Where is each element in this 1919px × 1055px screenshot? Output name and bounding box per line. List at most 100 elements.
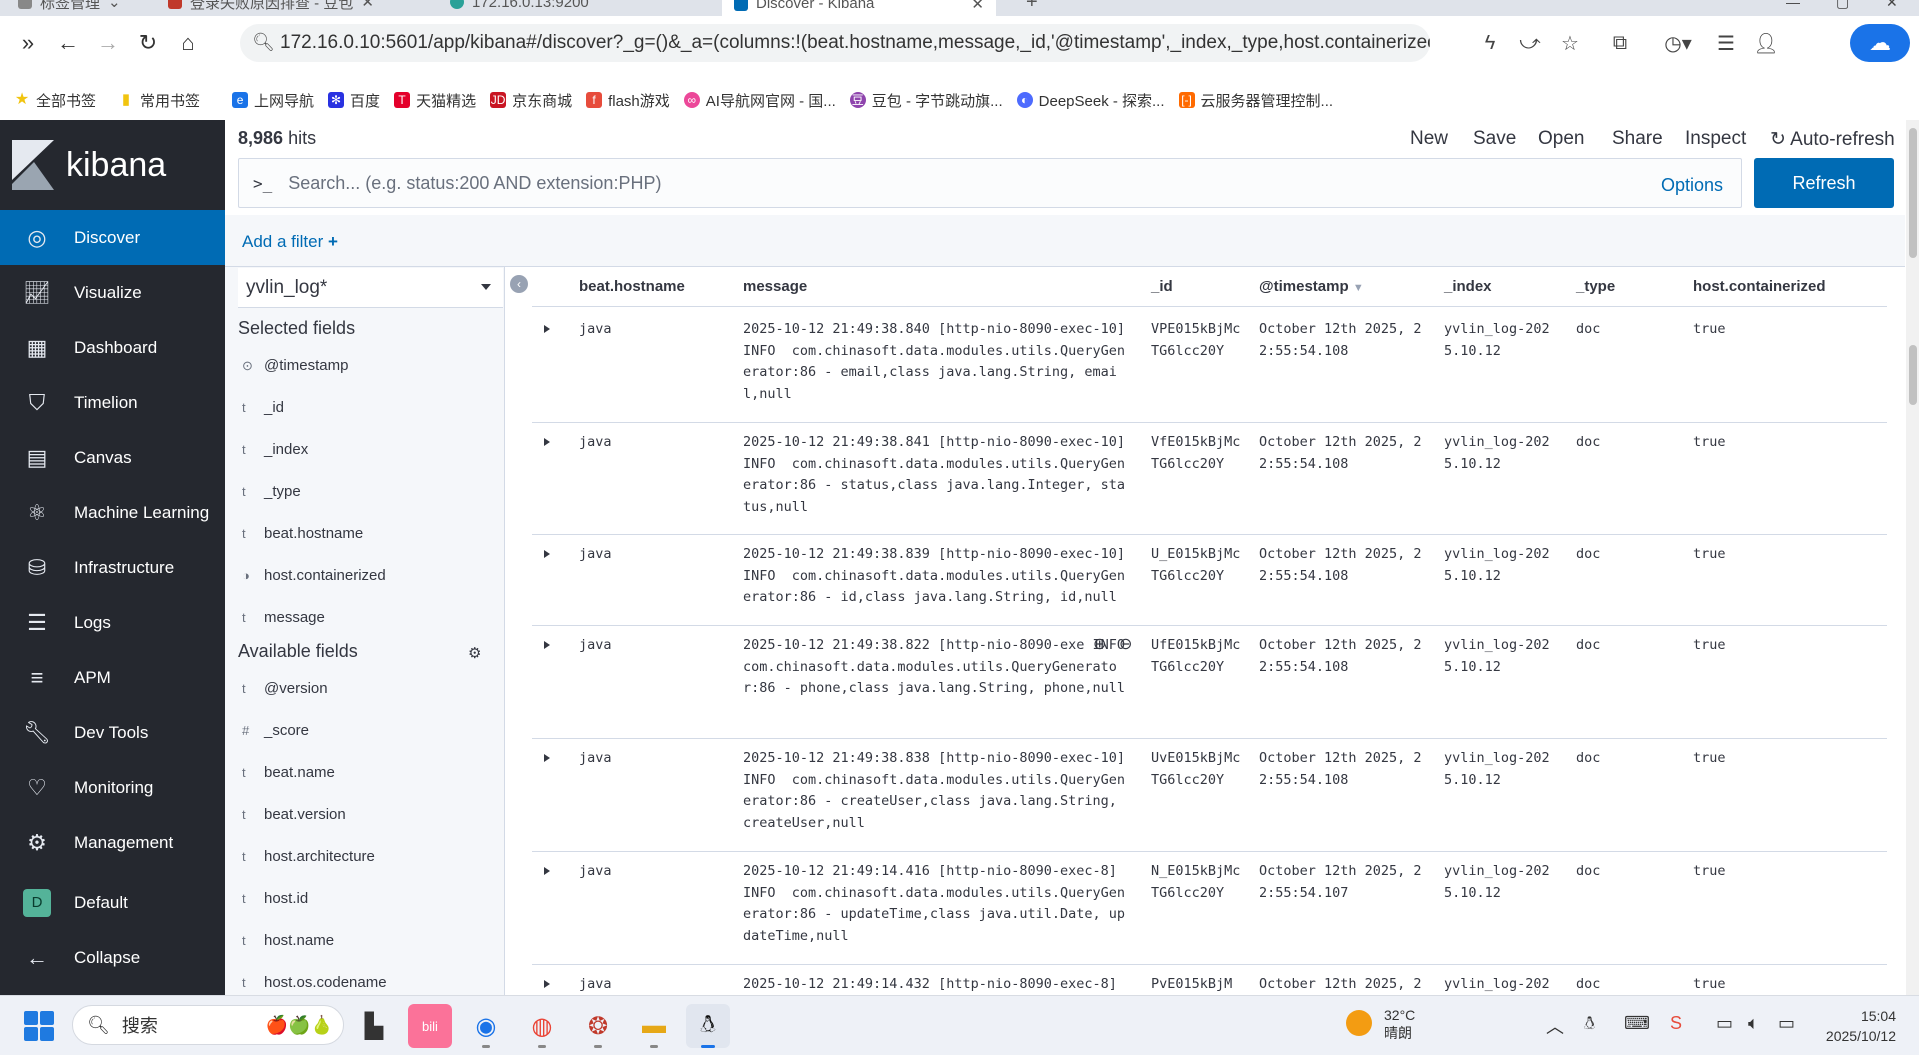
- minimize-icon[interactable]: —: [1786, 0, 1800, 10]
- expand-row-icon[interactable]: [544, 754, 550, 762]
- bookmark-item[interactable]: f flash游戏: [586, 90, 670, 111]
- expand-row-icon[interactable]: [544, 438, 550, 446]
- menu-open[interactable]: Open: [1538, 128, 1584, 150]
- sidebar-toggle-icon[interactable]: »: [10, 25, 46, 61]
- menu-share[interactable]: Share: [1612, 128, 1663, 150]
- kibana-logo[interactable]: kibana: [0, 120, 225, 210]
- column-header[interactable]: _type: [1576, 278, 1615, 295]
- bookmark-item[interactable]: e 上网导航: [232, 90, 314, 111]
- share-icon[interactable]: ⤻: [1510, 24, 1550, 62]
- clock[interactable]: 15:04 2025/10/12: [1818, 1006, 1896, 1046]
- back-icon[interactable]: ←: [50, 25, 86, 61]
- close-window-icon[interactable]: ✕: [1886, 0, 1898, 11]
- column-header[interactable]: _id: [1151, 278, 1173, 295]
- close-icon[interactable]: ✕: [971, 0, 984, 13]
- field-item[interactable]: t _index: [242, 441, 308, 458]
- cloud-icon[interactable]: ☁: [1850, 24, 1910, 62]
- filter-out-value-icon[interactable]: ⊖: [1119, 634, 1132, 654]
- field-item[interactable]: t message: [242, 609, 325, 626]
- qq-icon[interactable]: 🐧︎: [686, 1004, 730, 1048]
- new-tab-button[interactable]: +: [1026, 0, 1038, 13]
- collapse-sidebar-icon[interactable]: ‹: [510, 275, 528, 293]
- sort-down-icon[interactable]: ▼: [1353, 282, 1364, 294]
- expand-row-icon[interactable]: [544, 550, 550, 558]
- lightning-icon[interactable]: ϟ: [1470, 24, 1510, 62]
- chevron-up-icon[interactable]: ︿: [1546, 1013, 1564, 1039]
- bilibili-icon[interactable]: bili: [408, 1004, 452, 1048]
- options-link[interactable]: Options: [1661, 175, 1723, 196]
- chrome-icon[interactable]: ◍: [520, 1004, 564, 1048]
- refresh-button[interactable]: Refresh: [1754, 158, 1894, 208]
- browser-tab-active[interactable]: Discover - Kibana ✕: [722, 0, 996, 16]
- bookmark-item[interactable]: ✻ 百度: [328, 90, 380, 111]
- expand-row-icon[interactable]: [544, 980, 550, 988]
- field-item[interactable]: t host.os.codename: [242, 974, 387, 991]
- field-item[interactable]: t beat.name: [242, 764, 335, 781]
- history-icon[interactable]: ◷▾: [1650, 24, 1706, 62]
- index-pattern-select[interactable]: yvlin_log*: [238, 268, 503, 308]
- sogou-icon[interactable]: S: [1670, 1013, 1682, 1034]
- column-header[interactable]: host.containerized: [1693, 278, 1826, 295]
- menu-icon[interactable]: ☰: [1706, 24, 1746, 62]
- battery-icon[interactable]: ▭: [1778, 1013, 1795, 1034]
- column-header[interactable]: message: [743, 278, 807, 295]
- nav-timelion[interactable]: ⛉ Timelion: [0, 375, 225, 430]
- file-explorer-icon[interactable]: ▙: [352, 1004, 396, 1048]
- nav-canvas[interactable]: ▤ Canvas: [0, 430, 225, 485]
- windows-start-icon[interactable]: [24, 1011, 54, 1041]
- network-icon[interactable]: ▭: [1716, 1013, 1733, 1034]
- field-item[interactable]: t @version: [242, 680, 328, 697]
- browser-tab[interactable]: 标签管理 ⌄: [18, 0, 121, 13]
- bookmark-item[interactable]: T 天猫精选: [394, 90, 476, 111]
- taskbar-search[interactable]: 🔍︎ 搜索 🍎🍏🍐: [72, 1005, 344, 1045]
- menu-save[interactable]: Save: [1473, 128, 1516, 150]
- space-selector[interactable]: D Default: [0, 875, 225, 930]
- bookmark-item[interactable]: ★ 全部书签: [14, 90, 96, 111]
- query-bar[interactable]: >_ Search... (e.g. status:200 AND extens…: [238, 158, 1742, 208]
- field-item[interactable]: ⊙ @timestamp: [242, 357, 348, 374]
- menu-inspect[interactable]: Inspect: [1685, 128, 1746, 150]
- field-item[interactable]: t host.architecture: [242, 848, 375, 865]
- reload-icon[interactable]: ↻: [130, 25, 166, 61]
- bookmark-item[interactable]: 豆豆包 - 字节跳动旗...: [849, 90, 1003, 111]
- close-icon[interactable]: ✕: [361, 0, 374, 11]
- address-bar[interactable]: 🔍︎ 172.16.0.10:5601/app/kibana#/discover…: [240, 24, 1430, 62]
- expand-row-icon[interactable]: [544, 641, 550, 649]
- browser-tab[interactable]: 172.16.0.13:9200: [450, 0, 589, 13]
- nav-apm[interactable]: ≡ APM: [0, 650, 225, 705]
- extensions-icon[interactable]: ⧉: [1600, 24, 1640, 62]
- maximize-icon[interactable]: ▢: [1836, 0, 1849, 11]
- bookmark-item[interactable]: ∞ AI导航网官网 - 国...: [683, 90, 836, 111]
- volume-icon[interactable]: 🔈︎: [1748, 1013, 1759, 1034]
- nav-machine-learning[interactable]: ⚛ Machine Learning: [0, 485, 225, 540]
- folder-icon[interactable]: ▬: [632, 1004, 676, 1048]
- gear-icon[interactable]: ⚙: [468, 644, 481, 662]
- scrollbar-thumb[interactable]: [1909, 128, 1917, 258]
- field-item[interactable]: # _score: [242, 722, 309, 739]
- field-item[interactable]: t _id: [242, 399, 284, 416]
- nav-monitoring[interactable]: ♡ Monitoring: [0, 760, 225, 815]
- column-header-sorted[interactable]: @timestamp ▼: [1259, 278, 1364, 295]
- nav-logs[interactable]: ☰ Logs: [0, 595, 225, 650]
- field-item[interactable]: t beat.hostname: [242, 525, 363, 542]
- field-item[interactable]: t host.id: [242, 890, 308, 907]
- nav-visualize[interactable]: 📈︎ Visualize: [0, 265, 225, 320]
- home-icon[interactable]: ⌂: [170, 25, 206, 61]
- browser-icon[interactable]: ◉: [464, 1004, 508, 1048]
- app-icon[interactable]: ❂: [576, 1004, 620, 1048]
- column-header[interactable]: beat.hostname: [579, 278, 685, 295]
- bookmark-item[interactable]: ▮ 常用书签: [118, 90, 200, 111]
- bookmark-item[interactable]: ◐ DeepSeek - 探索...: [1016, 90, 1165, 111]
- forward-icon[interactable]: →: [90, 25, 126, 61]
- expand-row-icon[interactable]: [544, 325, 550, 333]
- add-filter-link[interactable]: Add a filter +: [242, 232, 338, 252]
- nav-infrastructure[interactable]: ⛁ Infrastructure: [0, 540, 225, 595]
- nav-management[interactable]: ⚙ Management: [0, 815, 225, 870]
- field-item[interactable]: t beat.version: [242, 806, 346, 823]
- field-item[interactable]: t host.name: [242, 932, 334, 949]
- bookmark-item[interactable]: [-] 云服务器管理控制...: [1178, 90, 1333, 111]
- profile-icon[interactable]: 👤︎: [1746, 24, 1786, 62]
- nav-dashboard[interactable]: ▦ Dashboard: [0, 320, 225, 375]
- column-header[interactable]: _index: [1444, 278, 1492, 295]
- browser-tab[interactable]: 登录失败原因排查 - 豆包 ✕: [168, 0, 374, 13]
